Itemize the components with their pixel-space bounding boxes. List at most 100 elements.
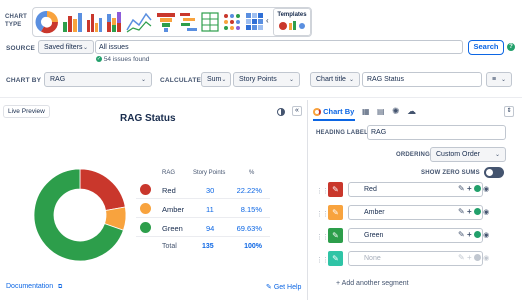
row-name: Green [162, 224, 183, 233]
eyedropper-icon: ✎ [332, 185, 339, 194]
table-header-rag: RAG [162, 170, 176, 176]
expand-panel-button[interactable]: ⇕ [504, 106, 514, 117]
edit-icon[interactable]: ✎ [458, 230, 465, 239]
templates-prev-icon[interactable]: ‹ [266, 16, 269, 25]
table-header-points: Story Points [193, 170, 226, 176]
collapse-panel-button[interactable]: « [292, 106, 302, 116]
get-help-link[interactable]: ✎ Get Help [266, 283, 301, 291]
help-icon[interactable]: ? [507, 43, 515, 51]
chart-by-label: CHART BY [6, 77, 42, 84]
chart-type-bar-icon[interactable] [63, 13, 82, 32]
chevron-down-icon: ⌄ [140, 77, 146, 83]
documentation-text: Documentation [6, 283, 54, 290]
get-help-text: Get Help [273, 284, 302, 291]
segment-row-none: ⋮⋮ ✎ None ✎ + ◉ [316, 251, 506, 269]
templates-button[interactable]: Templates [273, 8, 311, 36]
chart-type-line-icon[interactable] [126, 12, 152, 33]
settings-gear-icon[interactable]: ✺ [392, 106, 400, 117]
chevron-down-icon: ⌄ [288, 77, 294, 83]
panel-divider [307, 100, 308, 300]
chevron-down-icon: ⌄ [494, 152, 500, 158]
visibility-eye-icon[interactable]: ◉ [483, 255, 489, 262]
templates-label: Templates [277, 12, 307, 18]
drag-handle-icon[interactable]: ⋮⋮ [316, 187, 329, 195]
edit-icon[interactable]: ✎ [458, 253, 465, 262]
source-label: SOURCE [6, 45, 36, 52]
chart-type-funnel-icon[interactable] [157, 13, 175, 32]
chart-type-stacked-icon[interactable] [107, 12, 121, 32]
table-settings-icon[interactable]: ▦ [362, 107, 370, 116]
align-dropdown[interactable]: ≡ ⌄ [486, 72, 512, 87]
heading-input[interactable]: RAG [367, 125, 506, 140]
align-icon: ≡ [492, 76, 497, 83]
chart-type-matrix-icon[interactable] [224, 14, 240, 30]
chart-by-tab[interactable]: Chart By [313, 107, 354, 117]
drag-handle-icon[interactable]: ⋮⋮ [316, 256, 329, 264]
search-button[interactable]: Search [468, 40, 504, 55]
segment-row: ⋮⋮ ✎ Amber ✎ + ◉ [316, 205, 506, 223]
row-points: 94 [206, 224, 215, 233]
ordering-dropdown[interactable]: Custom Order ⌄ [430, 147, 506, 162]
chart-by-tab-icon [313, 108, 321, 117]
visibility-eye-icon[interactable]: ◉ [483, 186, 489, 193]
eyedropper-icon: ✎ [332, 254, 339, 263]
chart-type-heatmap-icon[interactable] [246, 13, 263, 30]
external-link-icon: ⧉ [58, 284, 63, 290]
chart-title-mode-dropdown[interactable]: Chart title ⌄ [310, 72, 360, 87]
segment-color-swatch[interactable]: ✎ [328, 205, 343, 220]
total-label: Total [162, 243, 177, 250]
calc-field-value: Story Points [239, 76, 277, 83]
row-name: Red [162, 186, 176, 195]
live-preview-tab: Live Preview [3, 105, 50, 118]
zero-sums-toggle[interactable] [484, 167, 504, 178]
row-pct: 69.63% [236, 224, 262, 233]
saved-filters-text: Saved filters [44, 43, 83, 51]
table-header-row: RAG Story Points % [136, 168, 270, 180]
segment-row: ⋮⋮ ✎ Green ✎ + ◉ [316, 228, 506, 246]
chevron-down-icon: ⌄ [348, 77, 354, 83]
add-icon[interactable]: + [467, 230, 472, 239]
rag-table: RAG Story Points % [136, 168, 270, 180]
chart-by-dropdown[interactable]: RAG ⌄ [44, 72, 152, 87]
add-icon: + [336, 280, 341, 287]
heading-label: HEADING LABEL [316, 130, 368, 136]
visibility-eye-icon[interactable]: ◉ [483, 209, 489, 216]
chart-type-table-icon[interactable] [201, 12, 219, 32]
row-name: Amber [162, 205, 185, 214]
drag-handle-icon[interactable]: ⋮⋮ [316, 210, 329, 218]
comments-icon[interactable]: ▤ [377, 107, 385, 116]
add-icon[interactable]: + [467, 207, 472, 216]
jql-query-input[interactable]: All issues [95, 40, 463, 54]
calc-field-dropdown[interactable]: Story Points ⌄ [233, 72, 300, 87]
visibility-eye-icon[interactable]: ◉ [483, 232, 489, 239]
templates-icon [279, 21, 305, 30]
add-icon[interactable]: + [467, 253, 472, 262]
add-segment-link[interactable]: + Add another segment [336, 280, 409, 287]
segment-color-swatch[interactable]: ✎ [328, 182, 343, 197]
ordering-label: ORDERING [396, 152, 430, 158]
chart-title-input[interactable]: RAG Status [362, 72, 482, 87]
chart-type-donut-icon[interactable] [35, 10, 59, 34]
export-cloud-icon[interactable]: ☁ [407, 106, 416, 117]
zero-sums-label: SHOW ZERO SUMS [421, 170, 480, 176]
chart-type-selector [32, 7, 312, 37]
drag-handle-icon[interactable]: ⋮⋮ [316, 233, 329, 241]
chart-type-column-icon[interactable] [87, 14, 102, 32]
saved-filters-dropdown[interactable]: Saved filters ⌄ [38, 40, 94, 54]
status-dot-icon [473, 185, 481, 193]
help-bubble-icon: ✎ [266, 284, 272, 291]
table-row: Red 30 22.22% [136, 181, 270, 199]
chart-type-gantt-icon[interactable] [180, 13, 197, 31]
segment-color-swatch[interactable]: ✎ [328, 228, 343, 243]
legend-dot [140, 222, 151, 233]
theme-toggle-icon[interactable] [277, 108, 285, 116]
edit-icon[interactable]: ✎ [458, 207, 465, 216]
documentation-link[interactable]: Documentation ⧉ [6, 283, 62, 291]
segment-color-swatch[interactable]: ✎ [328, 251, 343, 266]
edit-icon[interactable]: ✎ [458, 184, 465, 193]
calc-function-dropdown[interactable]: Sum ⌄ [201, 72, 231, 87]
donut-slice-red[interactable] [79, 168, 126, 211]
toggle-knob [486, 169, 493, 176]
add-icon[interactable]: + [467, 184, 472, 193]
issues-found-status: ✓ 54 issues found [96, 56, 149, 63]
